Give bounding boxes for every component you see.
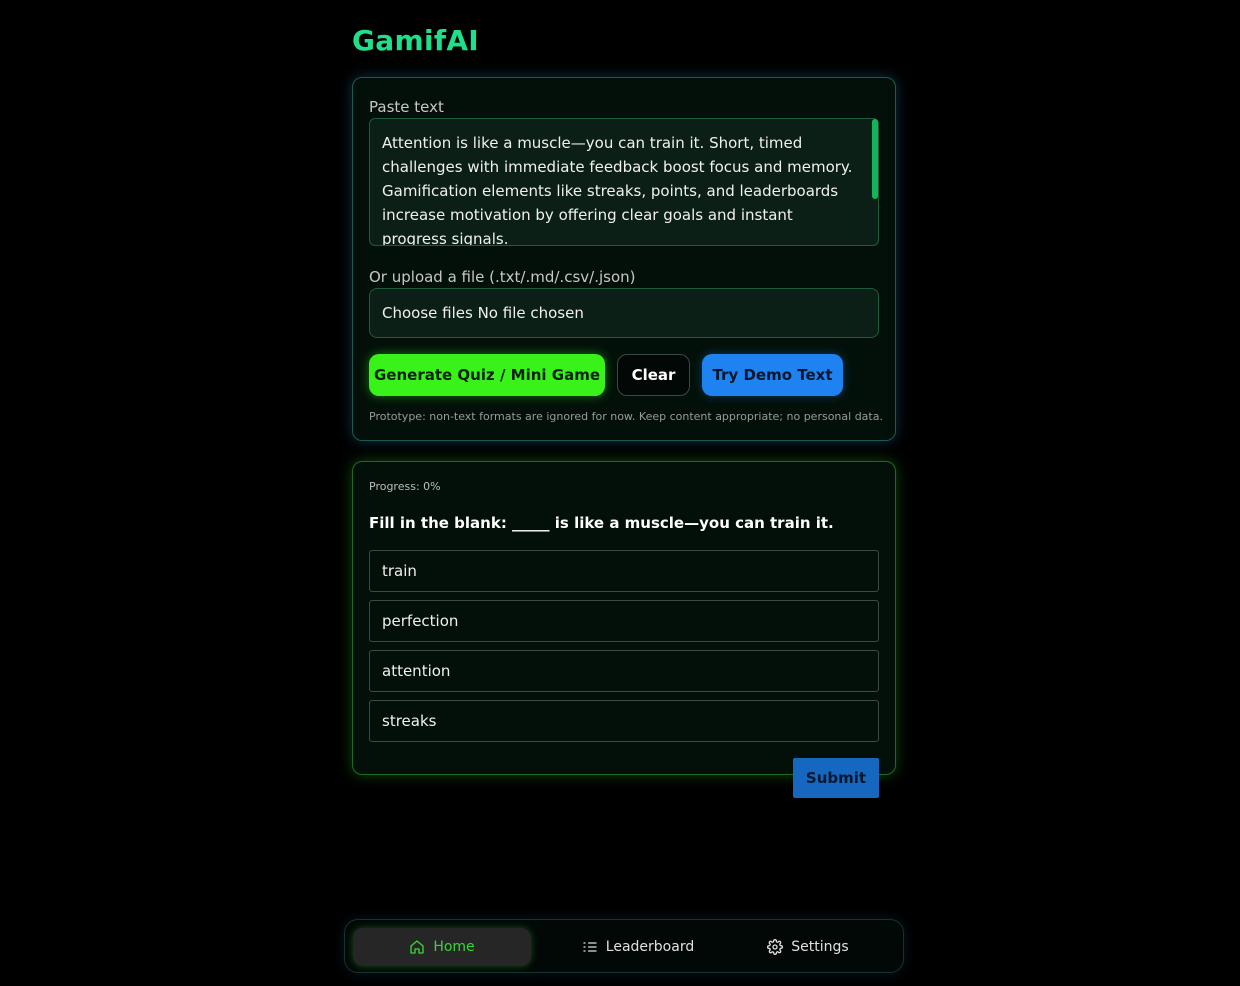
upload-file-label: Or upload a file (.txt/.md/.csv/.json) — [369, 268, 636, 286]
paste-textarea[interactable]: Attention is like a muscle—you can train… — [369, 118, 879, 246]
list-icon — [583, 942, 597, 952]
home-icon — [410, 940, 424, 954]
generate-quiz-button[interactable]: Generate Quiz / Mini Game — [369, 354, 605, 396]
nav-item-label: Settings — [791, 939, 849, 955]
paste-text-label: Paste text — [369, 98, 444, 116]
clear-button[interactable]: Clear — [617, 354, 690, 396]
nav-item-settings[interactable]: Settings — [723, 928, 893, 966]
answer-option-attention[interactable]: attention — [369, 650, 879, 692]
input-card: Paste text Attention is like a muscle—yo… — [352, 77, 896, 441]
nav-item-home[interactable]: Home — [353, 928, 531, 966]
nav-item-label: Home — [433, 939, 475, 955]
app-title: GamifAI — [352, 24, 480, 57]
quiz-question: Fill in the blank: _____ is like a muscl… — [369, 514, 834, 532]
progress-label: Progress: 0% — [369, 480, 441, 493]
file-upload-input[interactable]: Choose files No file chosen — [369, 288, 879, 338]
scrollbar-thumb[interactable] — [872, 119, 878, 199]
try-demo-text-button[interactable]: Try Demo Text — [702, 354, 843, 396]
answer-option-perfection[interactable]: perfection — [369, 600, 879, 642]
gear-icon — [767, 939, 784, 955]
textarea-scrollbar[interactable] — [872, 119, 878, 245]
submit-button[interactable]: Submit — [793, 758, 879, 798]
bottom-nav: Home Leaderboard Settings — [344, 919, 904, 973]
nav-item-leaderboard[interactable]: Leaderboard — [543, 928, 733, 966]
answer-option-streaks[interactable]: streaks — [369, 700, 879, 742]
nav-item-label: Leaderboard — [605, 939, 695, 955]
quiz-card: Progress: 0% Fill in the blank: _____ is… — [352, 461, 896, 775]
answer-option-train[interactable]: train — [369, 550, 879, 592]
disclaimer-text: Prototype: non-text formats are ignored … — [369, 410, 883, 423]
